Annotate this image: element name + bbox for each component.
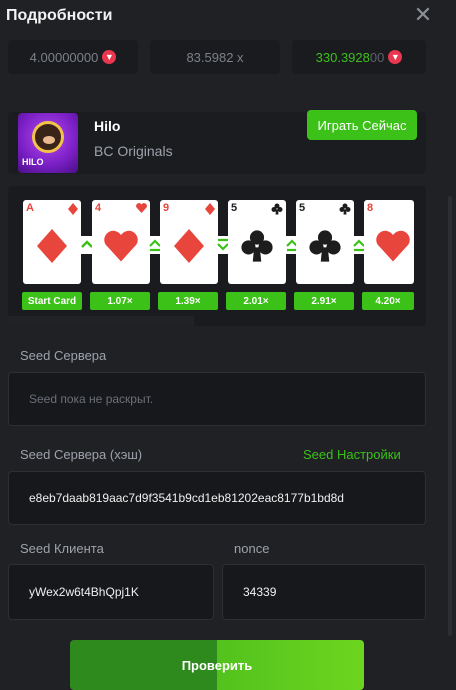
diamond-icon	[68, 203, 78, 215]
modal-scrollbar[interactable]	[448, 196, 452, 636]
multiplier-badge: 1.39×	[158, 292, 218, 310]
seed-settings-link[interactable]: Seed Настройки	[303, 447, 401, 462]
nonce-field[interactable]: 34339	[222, 564, 426, 620]
playing-card: 8	[364, 200, 414, 284]
card-rank: 4	[95, 202, 102, 214]
server-seed-label: Seed Сервера	[20, 348, 107, 363]
game-info: HILO Hilo BC Originals Играть Сейчас	[8, 110, 426, 174]
card-rank: 8	[367, 202, 374, 214]
modal-title: Подробности	[6, 7, 113, 24]
playing-card: 4	[92, 200, 150, 284]
card-rank: 9	[163, 202, 170, 214]
playing-card: 9	[160, 200, 218, 284]
bet-amount-stat: 4.00000000 ▼	[8, 40, 138, 74]
multiplier-badge: 1.07×	[90, 292, 150, 310]
profit-value: 330.3928	[315, 49, 370, 65]
club-icon	[241, 230, 273, 262]
close-icon[interactable]: ✕	[412, 4, 434, 26]
payout-multiplier-value: 83.5982 x	[186, 49, 244, 65]
server-hash-label: Seed Сервера (хэш)	[20, 447, 143, 462]
cards-scrollbar[interactable]	[8, 316, 194, 326]
card-rank: 5	[299, 202, 306, 214]
playing-card: A	[23, 200, 81, 284]
server-hash-field[interactable]: e8eb7daab819aac7d9f3541b9cd1eb81202eac81…	[8, 471, 426, 525]
club-icon	[339, 203, 351, 215]
heart-icon	[376, 230, 410, 262]
game-provider: BC Originals	[94, 143, 173, 159]
tron-coin-icon: ▼	[388, 50, 403, 64]
nonce-label: nonce	[234, 541, 270, 556]
start-card-label: Start Card	[22, 292, 82, 310]
client-seed-label: Seed Клиента	[20, 541, 104, 556]
card-rank: A	[26, 202, 34, 214]
modal-header: Подробности ✕	[0, 0, 456, 34]
bet-amount-value: 4.00000000	[29, 49, 99, 65]
club-icon	[309, 230, 341, 262]
game-icon-label: HILO	[22, 157, 44, 167]
heart-icon	[136, 203, 147, 213]
multiplier-badge: 2.91×	[294, 292, 354, 310]
card-rank: 5	[231, 202, 238, 214]
diamond-icon	[37, 229, 67, 263]
play-now-button[interactable]: Играть Сейчас	[307, 110, 417, 140]
heart-icon	[104, 230, 138, 262]
cards-history: A 4 9 5 5 8 Start Card 1.07× 1.39× 2.01×…	[8, 186, 426, 326]
client-seed-field[interactable]: yWex2w6t4BhQpj1K	[8, 564, 214, 620]
playing-card: 5	[296, 200, 354, 284]
diamond-icon	[205, 203, 215, 215]
verify-button[interactable]: Проверить	[70, 640, 364, 690]
profit-value-trailing: 00	[369, 49, 385, 65]
tron-coin-icon: ▼	[102, 50, 117, 64]
game-name: Hilo	[94, 118, 121, 134]
club-icon	[271, 203, 283, 215]
multiplier-badge: 4.20×	[362, 292, 414, 310]
profit-stat: 330.392800 ▼	[292, 40, 426, 74]
payout-multiplier-stat: 83.5982 x	[150, 40, 280, 74]
hilo-game-icon[interactable]: HILO	[18, 113, 78, 173]
playing-card: 5	[228, 200, 286, 284]
server-seed-field: Seed пока не раскрыт.	[8, 372, 426, 426]
diamond-icon	[174, 229, 204, 263]
multiplier-badge: 2.01×	[226, 292, 286, 310]
